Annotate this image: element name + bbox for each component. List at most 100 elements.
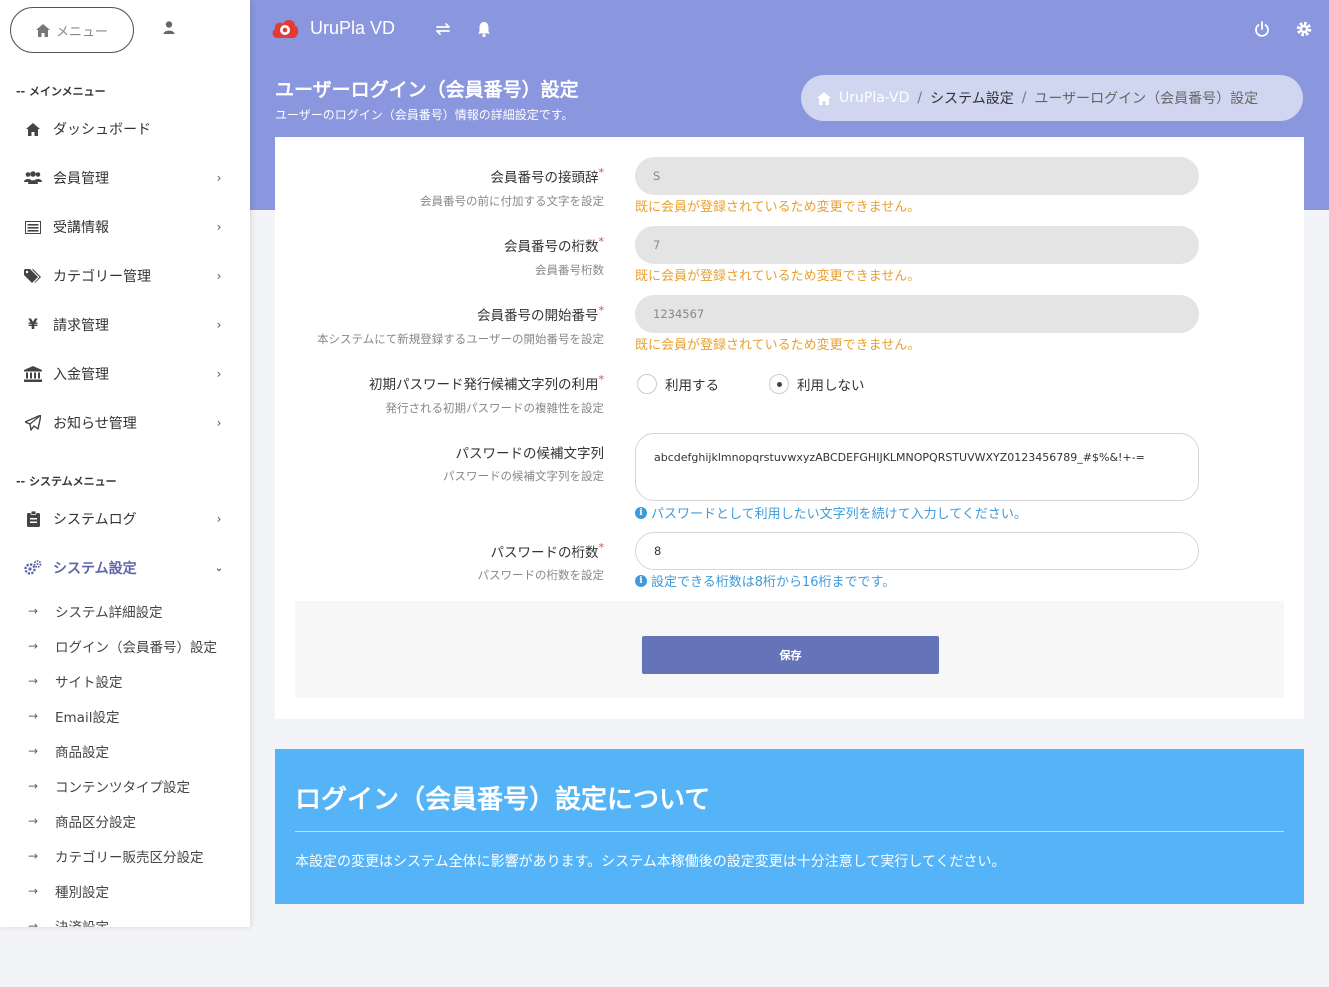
password-digits-info: i 設定できる桁数は8桁から16桁までです。: [635, 571, 895, 590]
save-area: 保存: [295, 601, 1284, 698]
swap-icon[interactable]: [434, 20, 452, 38]
radio-not-use[interactable]: 利用しない: [769, 374, 865, 394]
gear-icon[interactable]: [1295, 20, 1313, 38]
info-panel-text: 本設定の変更はシステム全体に影響があります。システム本稼働後の設定変更は十分注意…: [295, 854, 1006, 870]
arrow-right-icon: →: [28, 849, 39, 863]
chevron-right-icon: ›: [216, 416, 222, 430]
candidates-help: パスワードの候補文字列を設定: [443, 469, 604, 483]
start-number-warning: 既に会員が登録されているため変更できません。: [635, 338, 921, 353]
candidates-label: パスワードの候補文字列: [455, 446, 605, 462]
info-panel-title: ログイン（会員番号）設定について: [295, 785, 711, 815]
digits-input[interactable]: 7: [635, 226, 1199, 264]
candidates-textarea[interactable]: abcdefghijklmnopqrstuvwxyzABCDEFGHIJKLMN…: [635, 433, 1199, 501]
sidebar-subitem-product-settings[interactable]: → 商品設定: [28, 741, 109, 761]
chevron-right-icon: ›: [216, 269, 222, 283]
required-mark: *: [598, 235, 605, 248]
password-digits-input[interactable]: 8: [635, 532, 1199, 570]
radio-circle-selected[interactable]: [769, 374, 789, 394]
sidebar-subitem-payment-settings[interactable]: → 決済設定: [28, 916, 109, 927]
use-candidates-help: 発行される初期パスワードの複雑性を設定: [385, 401, 605, 415]
candidates-info-text: パスワードとして利用したい文字列を続けて入力してください。: [651, 507, 1027, 522]
chevron-right-icon: ›: [216, 171, 222, 185]
chevron-right-icon: ›: [216, 318, 222, 332]
sidebar-subitem-site-settings[interactable]: → サイト設定: [28, 671, 123, 691]
sidebar-subitem-type-settings[interactable]: → 種別設定: [28, 881, 109, 901]
bell-icon[interactable]: [475, 20, 493, 38]
use-candidates-label: 初期パスワード発行候補文字列の利用*: [369, 373, 604, 393]
divider: [295, 831, 1284, 832]
breadcrumb-home[interactable]: UruPla-VD: [839, 90, 909, 106]
arrow-right-icon: →: [28, 639, 39, 653]
clipboard-icon: [24, 510, 42, 528]
home-icon: [35, 23, 50, 37]
breadcrumb-separator: /: [1021, 90, 1027, 106]
sidebar-item-label: システム設定: [53, 561, 137, 577]
password-digits-label-text: パスワードの桁数: [490, 545, 599, 561]
menu-button[interactable]: メニュー: [10, 7, 134, 53]
digits-label-text: 会員番号の桁数: [504, 239, 599, 255]
sidebar-subitem-system-detail[interactable]: → システム詳細設定: [28, 601, 163, 621]
power-icon[interactable]: [1253, 20, 1271, 38]
breadcrumb-section[interactable]: システム設定: [930, 88, 1014, 108]
user-icon[interactable]: [160, 19, 178, 37]
sidebar-subitem-content-type[interactable]: → コンテンツタイプ設定: [28, 776, 190, 796]
sidebar-item-billing[interactable]: ¥ 請求管理 ›: [24, 313, 224, 337]
cloud-logo-icon: [272, 20, 299, 38]
sidebar: メニュー -- メインメニュー ダッシュボード 会員管理 › 受講情報 › カテ…: [0, 0, 250, 927]
sidebar-subitem-category-sales[interactable]: → カテゴリー販売区分設定: [28, 846, 204, 866]
sidebar-item-members[interactable]: 会員管理 ›: [24, 166, 224, 190]
arrow-right-icon: →: [28, 744, 39, 758]
chevron-right-icon: ›: [216, 220, 222, 234]
sidebar-item-label: 受講情報: [53, 220, 109, 236]
sidebar-subitem-label: 商品設定: [55, 745, 109, 761]
app-logo[interactable]: UruPla VD: [270, 16, 395, 40]
sidebar-subitem-label: サイト設定: [55, 675, 123, 691]
top-bar: UruPla VD: [250, 0, 1329, 60]
menu-button-label: メニュー: [55, 24, 108, 40]
prefix-warning: 既に会員が登録されているため変更できません。: [635, 200, 921, 215]
info-icon: i: [635, 574, 647, 587]
sidebar-item-system-settings[interactable]: システム設定 ⌄: [24, 556, 224, 580]
start-number-input[interactable]: 1234567: [635, 295, 1199, 333]
sidebar-subitem-label: ログイン（会員番号）設定: [55, 640, 217, 656]
paper-plane-icon: [24, 414, 42, 432]
page-subtitle: ユーザーのログイン（会員番号）情報の詳細設定です。: [275, 108, 574, 122]
chevron-right-icon: ›: [216, 512, 222, 526]
required-mark: *: [598, 541, 605, 554]
arrow-right-icon: →: [28, 674, 39, 688]
tags-icon: [24, 267, 42, 285]
sidebar-subitem-label: 種別設定: [55, 885, 109, 901]
prefix-help: 会員番号の前に付加する文字を設定: [420, 194, 604, 208]
sidebar-subitem-label: 決済設定: [55, 916, 109, 927]
required-mark: *: [598, 304, 605, 317]
sidebar-item-courses[interactable]: 受講情報 ›: [24, 215, 224, 239]
arrow-right-icon: →: [28, 884, 39, 898]
list-icon: [24, 218, 42, 236]
digits-help: 会員番号桁数: [535, 263, 604, 277]
save-button[interactable]: 保存: [642, 636, 939, 674]
sidebar-subitem-label: 商品区分設定: [55, 815, 136, 831]
bank-icon: [24, 365, 42, 383]
sidebar-item-label: システムログ: [53, 512, 137, 528]
breadcrumb-separator: /: [917, 90, 923, 106]
arrow-right-icon: →: [28, 604, 39, 618]
prefix-label-text: 会員番号の接頭辞: [490, 170, 599, 186]
sidebar-subitem-label: Email設定: [55, 710, 120, 726]
required-mark: *: [598, 166, 605, 179]
users-icon: [24, 169, 42, 187]
prefix-input[interactable]: S: [635, 157, 1199, 195]
home-icon: [817, 91, 831, 105]
sidebar-item-dashboard[interactable]: ダッシュボード: [24, 117, 224, 141]
sidebar-item-system-log[interactable]: システムログ ›: [24, 507, 224, 531]
required-mark: *: [598, 373, 605, 386]
radio-use[interactable]: 利用する: [637, 374, 719, 394]
radio-circle[interactable]: [637, 374, 657, 394]
sidebar-subitem-email-settings[interactable]: → Email設定: [28, 706, 119, 726]
radio-not-use-label: 利用しない: [797, 378, 865, 394]
digits-warning: 既に会員が登録されているため変更できません。: [635, 269, 921, 284]
sidebar-item-notices[interactable]: お知らせ管理 ›: [24, 411, 224, 435]
sidebar-subitem-login-settings[interactable]: → ログイン（会員番号）設定: [28, 636, 217, 656]
sidebar-item-payments[interactable]: 入金管理 ›: [24, 362, 224, 386]
sidebar-item-categories[interactable]: カテゴリー管理 ›: [24, 264, 224, 288]
sidebar-subitem-product-class[interactable]: → 商品区分設定: [28, 811, 136, 831]
